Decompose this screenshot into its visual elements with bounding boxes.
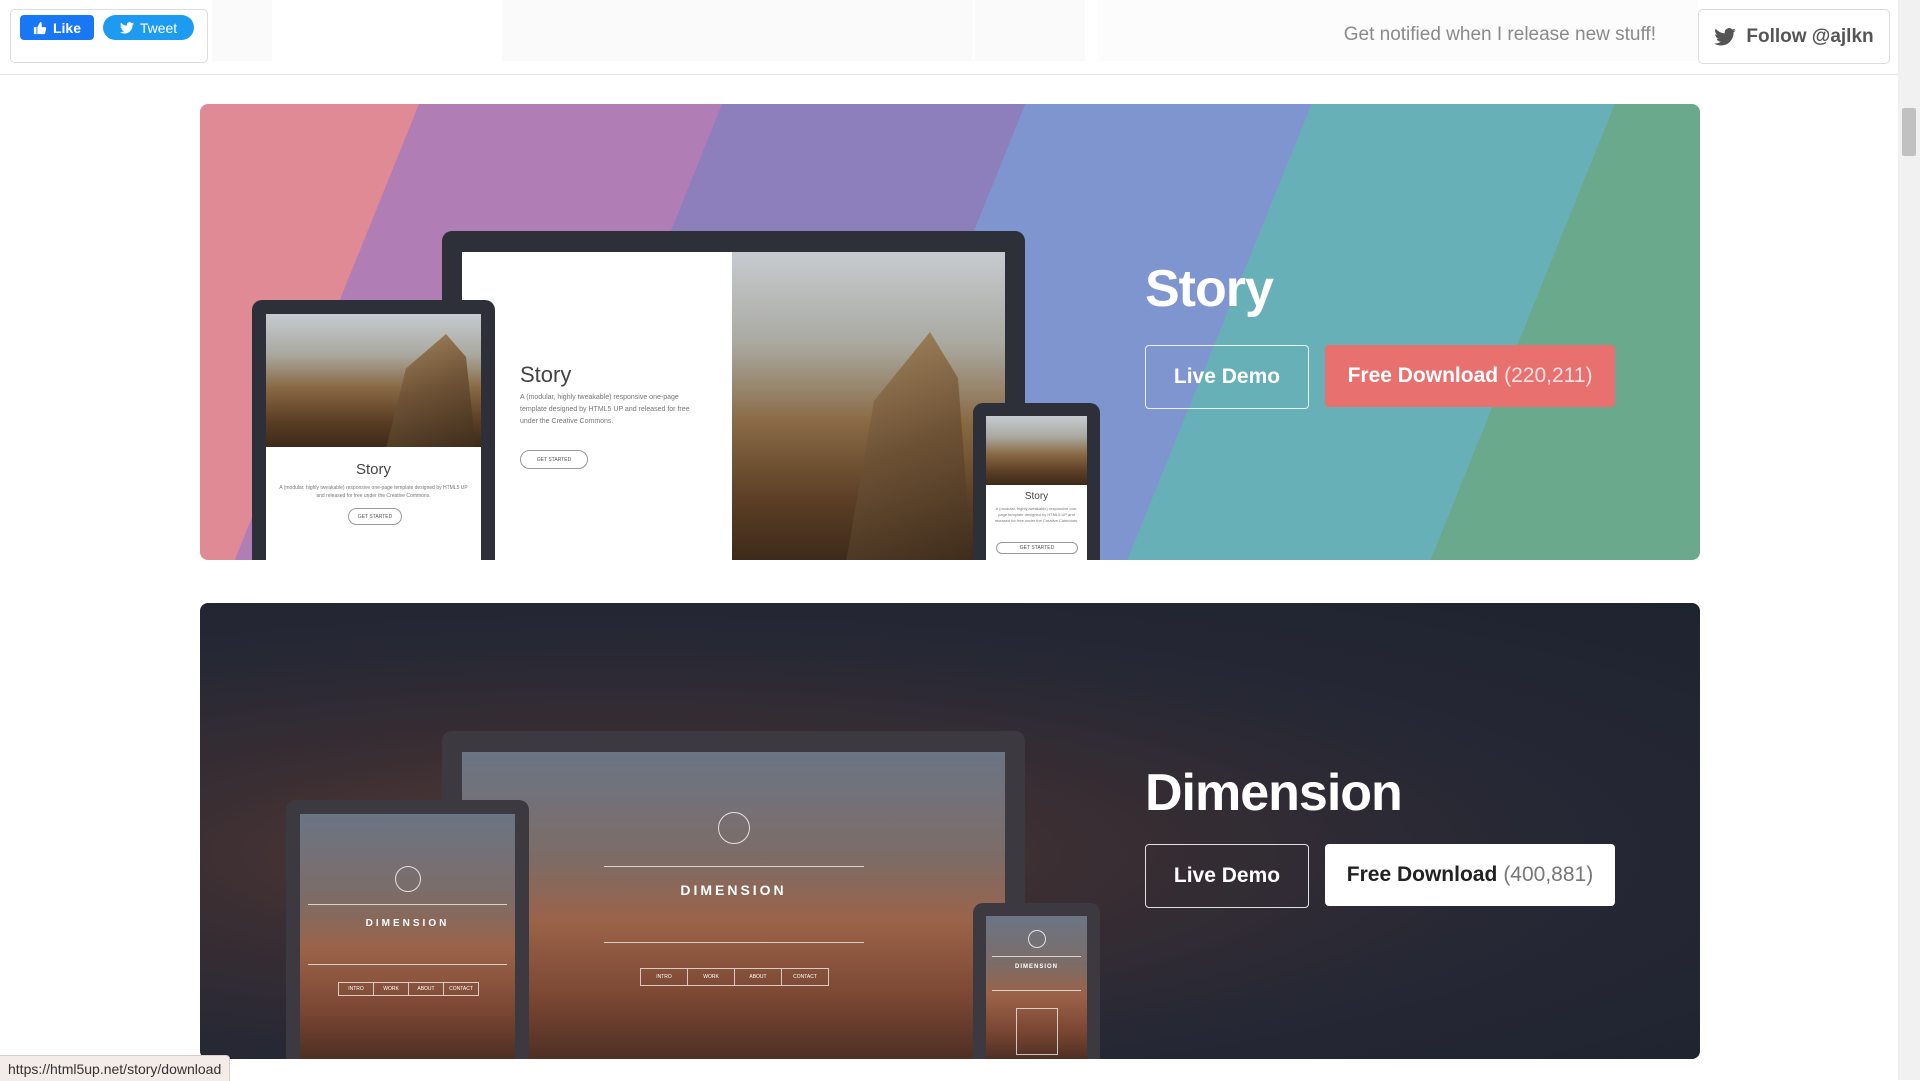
mock-landscape-photo xyxy=(266,314,481,447)
mock-title: DIMENSION xyxy=(680,882,787,898)
mock-landscape-photo xyxy=(732,252,1005,560)
mock-divider xyxy=(604,942,864,943)
mock-description: A (modular, highly tweakable) responsive… xyxy=(279,485,468,499)
twitter-bird-icon xyxy=(1714,27,1737,45)
mock-nav: INTRO WORK ABOUT CONTACT xyxy=(640,968,829,986)
mock-title: Story xyxy=(520,362,572,387)
link-status-bar: https://html5up.net/story/download xyxy=(0,1055,231,1081)
mock-divider xyxy=(604,866,864,867)
laptop-mockup: Story A (modular, highly tweakable) resp… xyxy=(442,231,1025,560)
mock-get-started: GET STARTED xyxy=(996,542,1078,554)
download-label: Free Download xyxy=(1346,863,1498,886)
tweet-label: Tweet xyxy=(139,19,178,36)
laptop-screen: DIMENSION INTRO WORK ABOUT CONTACT xyxy=(462,752,1005,1059)
mock-divider xyxy=(308,904,507,905)
mock-cliff xyxy=(846,332,972,560)
free-download-button[interactable]: Free Download (220,211) xyxy=(1325,345,1615,407)
download-count: (220,211) xyxy=(1504,364,1593,387)
mock-get-started: GET STARTED xyxy=(520,450,588,469)
facebook-like-button[interactable]: Like xyxy=(20,15,94,40)
mock-nav-item: CONTACT xyxy=(793,974,817,980)
background-preview-strip xyxy=(975,0,1085,61)
facebook-like-label: Like xyxy=(52,19,81,36)
twitter-bird-icon xyxy=(119,21,134,33)
mock-nav-item: ABOUT xyxy=(409,983,444,995)
mock-cliff xyxy=(386,334,476,447)
top-bar: Like Tweet Get notified when I release n… xyxy=(0,0,1898,75)
free-download-button[interactable]: Free Download (400,881) xyxy=(1325,844,1615,906)
mock-divider xyxy=(992,990,1081,991)
tablet-mockup: Story A (modular, highly tweakable) resp… xyxy=(252,300,495,560)
mock-landscape-photo xyxy=(986,416,1087,485)
mock-description: A (modular, highly tweakable) responsive… xyxy=(994,506,1079,523)
live-demo-button[interactable]: Live Demo xyxy=(1145,844,1309,908)
mock-title: Story xyxy=(1024,491,1049,502)
template-title: Story xyxy=(1145,260,1274,318)
phone-mockup: Story A (modular, highly tweakable) resp… xyxy=(973,403,1100,560)
phone-mockup: DIMENSION xyxy=(973,903,1100,1059)
mock-get-started: GET STARTED xyxy=(348,508,402,525)
mock-title: DIMENSION xyxy=(365,918,450,929)
mock-nav-item: INTRO xyxy=(641,969,688,985)
download-label: Free Download xyxy=(1347,364,1499,387)
mock-title: DIMENSION xyxy=(1014,964,1058,970)
mock-nav: INTRO WORK ABOUT CONTACT xyxy=(338,982,479,996)
mock-nav-item: WORK xyxy=(374,983,409,995)
tablet-mockup: DIMENSION INTRO WORK ABOUT CONTACT xyxy=(286,800,529,1059)
template-card-dimension: DIMENSION INTRO WORK ABOUT CONTACT DIMEN… xyxy=(200,603,1700,1059)
download-count: (400,881) xyxy=(1503,863,1594,886)
mock-nav-item: INTRO xyxy=(339,983,374,995)
laptop-mockup: DIMENSION INTRO WORK ABOUT CONTACT xyxy=(442,731,1025,1059)
background-preview-strip xyxy=(502,0,972,61)
mock-nav-item: WORK xyxy=(688,969,735,985)
thumbs-up-icon xyxy=(33,21,47,34)
mock-nav xyxy=(1016,1008,1058,1055)
notify-text: Get notified when I release new stuff! xyxy=(1343,24,1656,45)
mock-divider xyxy=(992,956,1081,957)
phone-screen: Story A (modular, highly tweakable) resp… xyxy=(986,416,1087,560)
mock-nav-item: ABOUT xyxy=(735,969,782,985)
laptop-screen: Story A (modular, highly tweakable) resp… xyxy=(462,252,1005,560)
tablet-screen: Story A (modular, highly tweakable) resp… xyxy=(266,314,481,560)
tablet-screen: DIMENSION INTRO WORK ABOUT CONTACT xyxy=(300,814,515,1059)
mock-description: A (modular, highly tweakable) responsive… xyxy=(520,394,690,425)
phone-screen: DIMENSION xyxy=(986,916,1087,1059)
scrollbar-thumb[interactable] xyxy=(1902,108,1916,156)
mock-nav-item: CONTACT xyxy=(449,986,473,992)
follow-label: Follow @ajlkn xyxy=(1746,25,1874,47)
tweet-button[interactable]: Tweet xyxy=(103,15,194,40)
follow-twitter-button[interactable]: Follow @ajlkn xyxy=(1698,9,1890,64)
template-title: Dimension xyxy=(1145,764,1403,822)
mock-divider xyxy=(308,964,507,965)
background-preview-strip xyxy=(212,0,272,61)
page-scrollbar[interactable] xyxy=(1898,0,1920,1080)
diamond-icon xyxy=(1028,930,1046,948)
live-demo-button[interactable]: Live Demo xyxy=(1145,345,1309,409)
diamond-icon xyxy=(718,812,750,844)
diamond-icon xyxy=(395,866,421,892)
mock-title: Story xyxy=(355,461,391,478)
template-card-story: Story A (modular, highly tweakable) resp… xyxy=(200,104,1700,560)
